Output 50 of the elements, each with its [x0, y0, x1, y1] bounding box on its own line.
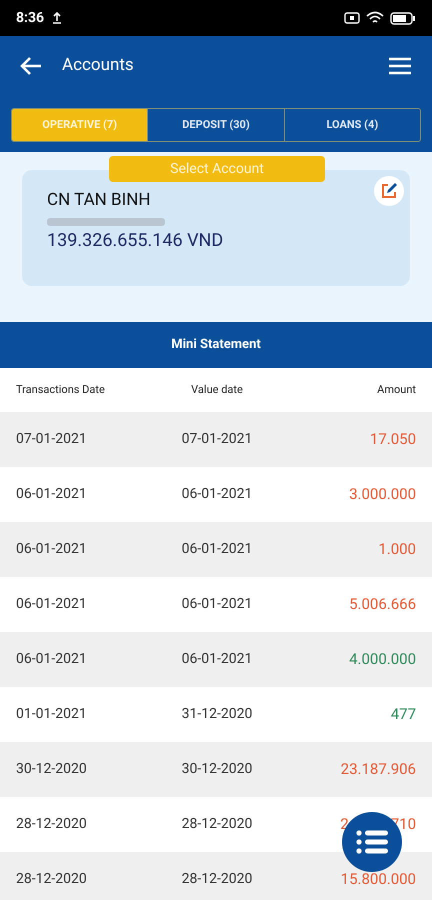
back-arrow-icon[interactable] — [20, 56, 42, 76]
column-header: Value date — [190, 382, 244, 398]
statement-row[interactable]: 30-12-2020 30-12-2020 23.187.906 — [0, 742, 432, 797]
value-date: 06-01-2021 — [180, 540, 254, 559]
edit-icon — [380, 182, 398, 200]
menu-icon[interactable] — [388, 57, 412, 75]
column-header: Transactions Date — [16, 382, 106, 398]
amount: 23.187.906 — [340, 759, 416, 780]
amount: 15.800.000 — [340, 869, 416, 890]
amount: 477 — [390, 704, 416, 726]
list-icon — [356, 830, 388, 854]
value-date: 06-01-2021 — [180, 650, 254, 669]
mini-statement-header: Mini Statement — [0, 322, 432, 368]
column-header: Amount — [377, 382, 416, 398]
transaction-date: 06-01-2021 — [16, 595, 88, 614]
transaction-date: 28-12-2020 — [16, 870, 88, 889]
statement-row[interactable]: 06-01-2021 06-01-2021 1.000 — [0, 522, 432, 577]
transaction-date: 30-12-2020 — [16, 760, 88, 779]
value-date: 31-12-2020 — [180, 705, 254, 724]
edit-button[interactable] — [374, 176, 404, 206]
battery-icon — [390, 12, 416, 24]
status-time: 8:36 — [16, 8, 44, 28]
transaction-date: 28-12-2020 — [16, 815, 88, 834]
account-balance: 139.326.655.146 VND — [47, 232, 224, 250]
amount: 17.050 — [370, 429, 416, 450]
account-tab[interactable]: LOANS (4) — [284, 109, 420, 141]
wifi-icon — [366, 11, 384, 25]
value-date: 06-01-2021 — [180, 595, 254, 614]
amount: 1.000 — [378, 539, 416, 560]
value-date: 28-12-2020 — [180, 815, 254, 834]
value-date: 30-12-2020 — [180, 760, 254, 779]
value-date: 07-01-2021 — [180, 430, 254, 449]
amount: 4.000.000 — [349, 649, 416, 670]
upload-icon — [52, 12, 62, 24]
amount: 5.006.666 — [349, 594, 416, 616]
statement-row[interactable]: 06-01-2021 06-01-2021 4.000.000 — [0, 632, 432, 687]
account-tab[interactable]: DEPOSIT (30) — [147, 109, 284, 141]
vibrate-icon — [344, 12, 360, 24]
transaction-date: 07-01-2021 — [16, 430, 88, 449]
transaction-date: 06-01-2021 — [16, 650, 88, 669]
transaction-date: 06-01-2021 — [16, 485, 88, 504]
statement-row[interactable]: 07-01-2021 07-01-2021 17.050 — [0, 412, 432, 467]
amount: 3.000.000 — [349, 484, 416, 506]
value-date: 06-01-2021 — [180, 485, 254, 504]
statement-row[interactable]: 28-12-2020 28-12-2020 15.800.000 — [0, 852, 432, 900]
transaction-date: 01-01-2021 — [16, 705, 88, 724]
page-title: Accounts — [62, 54, 134, 78]
transaction-date: 06-01-2021 — [16, 540, 88, 559]
value-date: 28-12-2020 — [180, 870, 254, 889]
account-name: CN TAN BINH — [47, 192, 152, 209]
